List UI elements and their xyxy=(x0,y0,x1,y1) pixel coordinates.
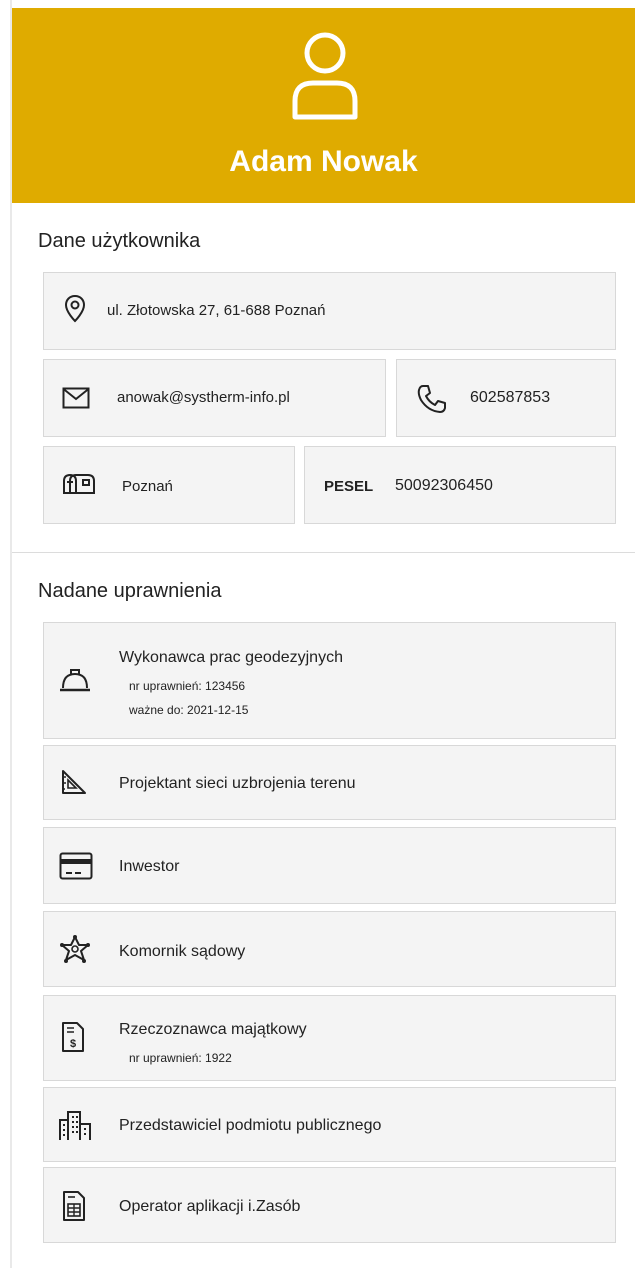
user-data-title: Dane użytkownika xyxy=(38,230,201,252)
permission-item[interactable]: Komornik sądowy xyxy=(43,911,616,987)
user-profile-panel: Adam Nowak Dane użytkownika ul. Złotowsk… xyxy=(12,8,635,1268)
permissions-title: Nadane uprawnienia xyxy=(38,580,222,602)
phone-card[interactable]: 602587853 xyxy=(396,359,616,437)
permission-item[interactable]: Wykonawca prac geodezyjnych nr uprawnień… xyxy=(43,622,616,739)
phone-icon xyxy=(417,385,446,413)
credit-card-icon xyxy=(59,852,93,880)
permission-number: nr uprawnień: 1922 xyxy=(129,1051,232,1065)
address-text: ul. Złotowska 27, 61-688 Poznań xyxy=(107,302,326,319)
sheriff-badge-icon xyxy=(60,935,90,963)
permission-item[interactable]: Przedstawiciel podmiotu publicznego xyxy=(43,1087,616,1162)
permission-item[interactable]: Projektant sieci uzbrojenia terenu xyxy=(43,745,616,820)
pesel-card: PESEL 50092306450 xyxy=(304,446,616,524)
permission-label: Inwestor xyxy=(119,858,180,875)
pesel-value: 50092306450 xyxy=(395,477,493,494)
location-pin-icon xyxy=(64,294,86,323)
permission-item[interactable]: Inwestor xyxy=(43,827,616,904)
set-square-icon xyxy=(62,770,86,794)
user-icon xyxy=(292,32,358,120)
permission-label: Przedstawiciel podmiotu publicznego xyxy=(119,1117,382,1134)
envelope-icon xyxy=(62,387,90,409)
city-text: Poznań xyxy=(122,478,173,495)
user-name: Adam Nowak xyxy=(229,145,418,178)
phone-text: 602587853 xyxy=(470,389,551,406)
permission-label: Operator aplikacji i.Zasób xyxy=(119,1198,301,1215)
permission-label: Projektant sieci uzbrojenia terenu xyxy=(119,775,356,792)
email-text: anowak@systherm-info.pl xyxy=(117,389,290,406)
city-buildings-icon xyxy=(59,1111,91,1140)
profile-header: Adam Nowak xyxy=(12,8,635,203)
hard-hat-icon xyxy=(60,669,90,692)
permission-label: Wykonawca prac geodezyjnych xyxy=(119,649,343,666)
permission-label: Komornik sądowy xyxy=(119,943,246,960)
permission-item[interactable]: $ Rzeczoznawca majątkowy nr uprawnień: 1… xyxy=(43,995,616,1081)
email-card[interactable]: anowak@systherm-info.pl xyxy=(43,359,386,437)
permission-number: nr uprawnień: 123456 xyxy=(129,679,246,693)
spreadsheet-document-icon xyxy=(63,1191,85,1221)
mailbox-icon xyxy=(63,473,95,494)
pesel-label: PESEL xyxy=(324,478,374,495)
section-divider xyxy=(12,552,635,553)
address-card: ul. Złotowska 27, 61-688 Poznań xyxy=(43,272,616,350)
city-card: Poznań xyxy=(43,446,295,524)
invoice-dollar-icon: $ xyxy=(62,1022,84,1052)
permission-label: Rzeczoznawca majątkowy xyxy=(119,1021,307,1038)
permission-item[interactable]: Operator aplikacji i.Zasób xyxy=(43,1167,616,1243)
svg-text:$: $ xyxy=(70,1038,76,1050)
permission-valid-until: ważne do: 2021-12-15 xyxy=(129,703,249,717)
